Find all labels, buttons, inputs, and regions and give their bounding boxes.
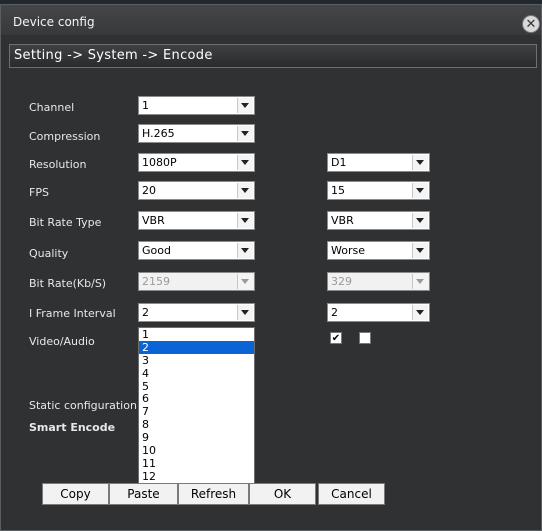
chevron-down-icon[interactable] <box>412 183 428 198</box>
iframe-main-select[interactable]: 2 <box>138 303 255 322</box>
video-audio-label: Video/Audio <box>29 335 95 348</box>
breadcrumb: Setting -> System -> Encode <box>9 44 537 68</box>
dropdown-option[interactable]: 6 <box>139 392 254 406</box>
chevron-down-icon[interactable] <box>412 155 428 170</box>
ok-button[interactable]: OK <box>249 483 316 505</box>
quality-main-select[interactable]: Good <box>138 241 255 260</box>
dropdown-option[interactable]: 1 <box>139 328 254 341</box>
fps-sub-select[interactable]: 15 <box>327 181 430 200</box>
chevron-down-icon[interactable] <box>412 305 428 320</box>
bitrate-type-main-value: VBR <box>142 214 165 227</box>
chevron-down-icon[interactable] <box>237 155 253 170</box>
chevron-down-icon[interactable] <box>237 243 253 258</box>
chevron-down-icon[interactable] <box>237 183 253 198</box>
iframe-sub-select[interactable]: 2 <box>327 303 430 322</box>
title-bar[interactable]: Device config ✕ <box>1 5 541 35</box>
refresh-button[interactable]: Refresh <box>178 483 249 505</box>
device-config-dialog: Device config ✕ Setting -> System -> Enc… <box>0 4 542 531</box>
chevron-down-icon[interactable] <box>412 213 428 228</box>
iframe-sub-value: 2 <box>331 306 338 319</box>
fps-main-value: 20 <box>142 184 156 197</box>
dropdown-option[interactable]: 8 <box>139 418 254 431</box>
quality-sub-select[interactable]: Worse <box>327 241 430 260</box>
bitrate-label: Bit Rate(Kb/S) <box>29 277 107 290</box>
bitrate-type-label: Bit Rate Type <box>29 216 102 229</box>
chevron-down-icon[interactable] <box>237 305 253 320</box>
paste-button[interactable]: Paste <box>109 483 178 505</box>
resolution-sub-select[interactable]: D1 <box>327 153 430 172</box>
resolution-sub-value: D1 <box>331 156 347 169</box>
video-audio-sub-checkbox[interactable] <box>359 332 371 344</box>
quality-main-value: Good <box>142 244 171 257</box>
dropdown-option[interactable]: 10 <box>139 444 254 457</box>
dropdown-option[interactable]: 12 <box>139 470 254 483</box>
bitrate-sub-select: 329 <box>327 272 430 291</box>
channel-label: Channel <box>29 101 75 114</box>
fps-label: FPS <box>29 186 49 199</box>
close-icon[interactable]: ✕ <box>522 15 540 33</box>
quality-sub-value: Worse <box>331 244 365 257</box>
window-title: Device config <box>13 15 95 29</box>
chevron-down-icon <box>412 274 428 289</box>
channel-select[interactable]: 1 <box>138 96 255 115</box>
fps-sub-value: 15 <box>331 184 345 197</box>
compression-label: Compression <box>29 130 101 143</box>
resolution-label: Resolution <box>29 158 87 171</box>
dropdown-option[interactable]: 9 <box>139 431 254 444</box>
compression-select[interactable]: H.265 <box>138 124 255 143</box>
quality-label: Quality <box>29 247 69 260</box>
dropdown-option[interactable]: 7 <box>139 405 254 418</box>
breadcrumb-text: Setting -> System -> Encode <box>14 48 213 63</box>
compression-value: H.265 <box>142 127 175 140</box>
static-config-label: Static configuration of <box>29 399 152 412</box>
dropdown-option[interactable]: 5 <box>139 380 254 393</box>
iframe-dropdown-list[interactable]: 1 2 3 4 5 6 7 8 9 10 11 12 <box>138 327 255 485</box>
bitrate-main-select: 2159 <box>138 272 255 291</box>
chevron-down-icon[interactable] <box>237 126 253 141</box>
resolution-main-value: 1080P <box>142 156 177 169</box>
video-audio-main-checkbox[interactable]: ✔ <box>330 332 342 344</box>
bitrate-type-sub-value: VBR <box>331 214 354 227</box>
smart-encode-label: Smart Encode <box>29 421 116 434</box>
bitrate-sub-value: 329 <box>331 275 352 288</box>
dropdown-option[interactable]: 11 <box>139 457 254 470</box>
bitrate-main-value: 2159 <box>142 275 170 288</box>
bitrate-type-sub-select[interactable]: VBR <box>327 211 430 230</box>
bitrate-type-main-select[interactable]: VBR <box>138 211 255 230</box>
chevron-down-icon <box>237 274 253 289</box>
iframe-main-value: 2 <box>142 306 149 319</box>
copy-button[interactable]: Copy <box>42 483 109 505</box>
dropdown-option[interactable]: 3 <box>139 354 254 367</box>
cancel-button[interactable]: Cancel <box>318 483 385 505</box>
chevron-down-icon[interactable] <box>237 213 253 228</box>
channel-value: 1 <box>142 99 149 112</box>
resolution-main-select[interactable]: 1080P <box>138 153 255 172</box>
chevron-down-icon[interactable] <box>237 98 253 113</box>
dropdown-option[interactable]: 2 <box>139 340 254 354</box>
fps-main-select[interactable]: 20 <box>138 181 255 200</box>
dropdown-option[interactable]: 4 <box>139 367 254 380</box>
iframe-interval-label: I Frame Interval <box>29 307 116 320</box>
chevron-down-icon[interactable] <box>412 243 428 258</box>
